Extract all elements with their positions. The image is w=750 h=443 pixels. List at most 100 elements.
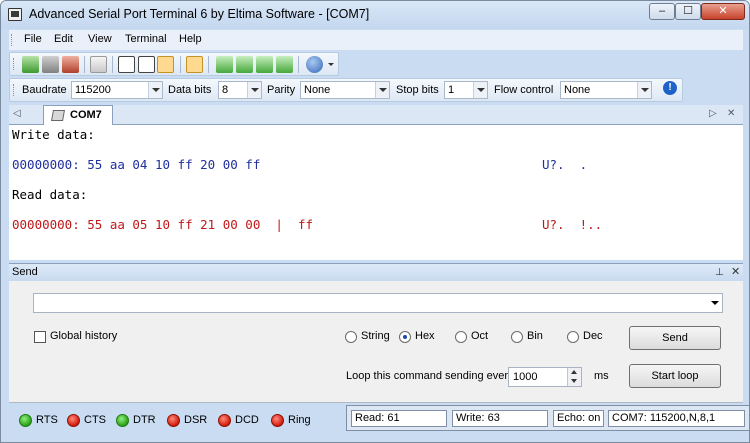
info-icon[interactable]: !	[663, 81, 677, 95]
main-toolbar	[9, 52, 339, 76]
baudrate-value: 115200	[75, 84, 111, 96]
write-counter: Write: 63	[452, 410, 548, 427]
close-window-button[interactable]: ✕	[701, 3, 745, 20]
loop-interval-stepper[interactable]: 1000	[508, 367, 582, 387]
global-history-label: Global history	[50, 330, 118, 342]
parity-select[interactable]: None	[300, 81, 390, 99]
stepper-up-icon[interactable]	[567, 368, 581, 377]
chevron-down-icon[interactable]	[637, 82, 651, 98]
menu-bar: File Edit View Terminal Help	[9, 30, 743, 50]
send-panel-title: Send	[12, 266, 38, 278]
send-button[interactable]: Send	[629, 326, 721, 350]
export-icon[interactable]	[236, 56, 253, 73]
radio-string[interactable]	[345, 331, 357, 343]
radio-hex[interactable]	[399, 331, 411, 343]
save-data-icon[interactable]	[216, 56, 233, 73]
new-connection-icon[interactable]	[22, 56, 39, 73]
stepper-down-icon[interactable]	[567, 377, 581, 386]
radio-oct[interactable]	[455, 331, 467, 343]
status-counters: Read: 61 Write: 63 Echo: on COM7: 115200…	[346, 405, 749, 431]
terminal-output[interactable]: Write data: 00000000: 55 aa 04 10 ff 20 …	[9, 125, 743, 260]
baudrate-select[interactable]: 115200	[71, 81, 163, 99]
chevron-down-icon[interactable]	[148, 82, 162, 98]
echo-status: Echo: on	[553, 410, 604, 427]
chevron-down-icon[interactable]	[711, 301, 719, 305]
stopbits-select[interactable]: 1	[444, 81, 488, 99]
rts-led-icon	[19, 414, 32, 427]
hex-view-icon[interactable]	[138, 56, 155, 73]
flowcontrol-value: None	[564, 84, 591, 96]
help-icon[interactable]	[306, 56, 323, 73]
chevron-down-icon[interactable]	[247, 82, 261, 98]
loop-label: Loop this command sending every	[346, 370, 514, 382]
open-icon[interactable]	[42, 56, 59, 73]
parity-value: None	[304, 84, 331, 96]
radio-string-label: String	[361, 330, 390, 342]
toolbar-separator	[112, 56, 113, 73]
menu-file[interactable]: File	[24, 33, 42, 45]
command-input[interactable]	[33, 293, 723, 313]
baudrate-label: Baudrate	[22, 84, 67, 96]
stopbits-value: 1	[448, 84, 455, 96]
print-icon[interactable]	[276, 56, 293, 73]
radio-bin-label: Bin	[527, 330, 543, 342]
import-icon[interactable]	[256, 56, 273, 73]
menu-view[interactable]: View	[88, 33, 112, 45]
close-panel-icon[interactable]: ✕	[731, 265, 740, 278]
dcd-led-icon	[218, 414, 231, 427]
send-file-icon[interactable]	[186, 56, 203, 73]
menu-help[interactable]: Help	[179, 33, 202, 45]
pin-icon[interactable]: ⊥	[715, 267, 724, 278]
global-history-checkbox[interactable]	[34, 331, 46, 343]
radio-dec-label: Dec	[583, 330, 603, 342]
disconnect-icon[interactable]	[62, 56, 79, 73]
ring-led-icon	[271, 414, 284, 427]
menu-edit[interactable]: Edit	[54, 33, 73, 45]
help-dropdown-icon[interactable]	[328, 63, 334, 66]
cts-label: CTS	[84, 414, 106, 426]
ascii-view-icon[interactable]	[118, 56, 135, 73]
port-info: COM7: 115200,N,8,1	[608, 410, 745, 427]
title-bar[interactable]: Advanced Serial Port Terminal 6 by Eltim…	[1, 1, 749, 29]
flowcontrol-label: Flow control	[494, 84, 554, 96]
radio-bin[interactable]	[511, 331, 523, 343]
toolbar-grip[interactable]	[13, 84, 14, 96]
read-data-line: 00000000: 55 aa 05 10 ff 21 00 00 | ff	[12, 217, 314, 232]
radio-dec[interactable]	[567, 331, 579, 343]
rts-label: RTS	[36, 414, 58, 426]
write-data-ascii: U?. .	[542, 157, 588, 172]
tab-scroll-left-icon[interactable]: ◁	[13, 108, 21, 119]
chevron-down-icon[interactable]	[473, 82, 487, 98]
start-loop-button[interactable]: Start loop	[629, 364, 721, 388]
menu-terminal[interactable]: Terminal	[125, 33, 167, 45]
databits-select[interactable]: 8	[218, 81, 262, 99]
dtr-led-icon	[116, 414, 129, 427]
read-data-header: Read data:	[12, 187, 88, 202]
toolbar-separator	[84, 56, 85, 73]
dec-view-icon[interactable]	[157, 56, 174, 73]
stopbits-label: Stop bits	[396, 84, 439, 96]
parity-label: Parity	[267, 84, 296, 96]
radio-hex-label: Hex	[415, 330, 435, 342]
tab-label: COM7	[70, 109, 102, 121]
close-tab-icon[interactable]: ✕	[727, 108, 735, 119]
app-terminal-icon	[8, 8, 22, 21]
toolbar-separator	[180, 56, 181, 73]
tab-com7[interactable]: COM7	[43, 105, 113, 126]
copy-icon[interactable]	[90, 56, 107, 73]
databits-label: Data bits	[168, 84, 212, 96]
minimize-button[interactable]: ‒	[649, 3, 675, 20]
flowcontrol-select[interactable]: None	[560, 81, 652, 99]
read-counter: Read: 61	[351, 410, 447, 427]
menu-grip[interactable]	[11, 34, 14, 46]
write-data-line: 00000000: 55 aa 04 10 ff 20 00 ff	[12, 157, 261, 172]
toolbar-grip[interactable]	[13, 58, 16, 70]
read-data-ascii: U?. !..	[542, 217, 603, 232]
tab-scroll-right-icon[interactable]: ▷	[709, 108, 717, 119]
maximize-button[interactable]: ☐	[675, 3, 701, 20]
send-panel: Global history String Hex Oct Bin Dec Se…	[9, 281, 743, 403]
toolbar-separator	[208, 56, 209, 73]
dcd-label: DCD	[235, 414, 259, 426]
chevron-down-icon[interactable]	[375, 82, 389, 98]
serial-port-icon	[51, 110, 65, 121]
